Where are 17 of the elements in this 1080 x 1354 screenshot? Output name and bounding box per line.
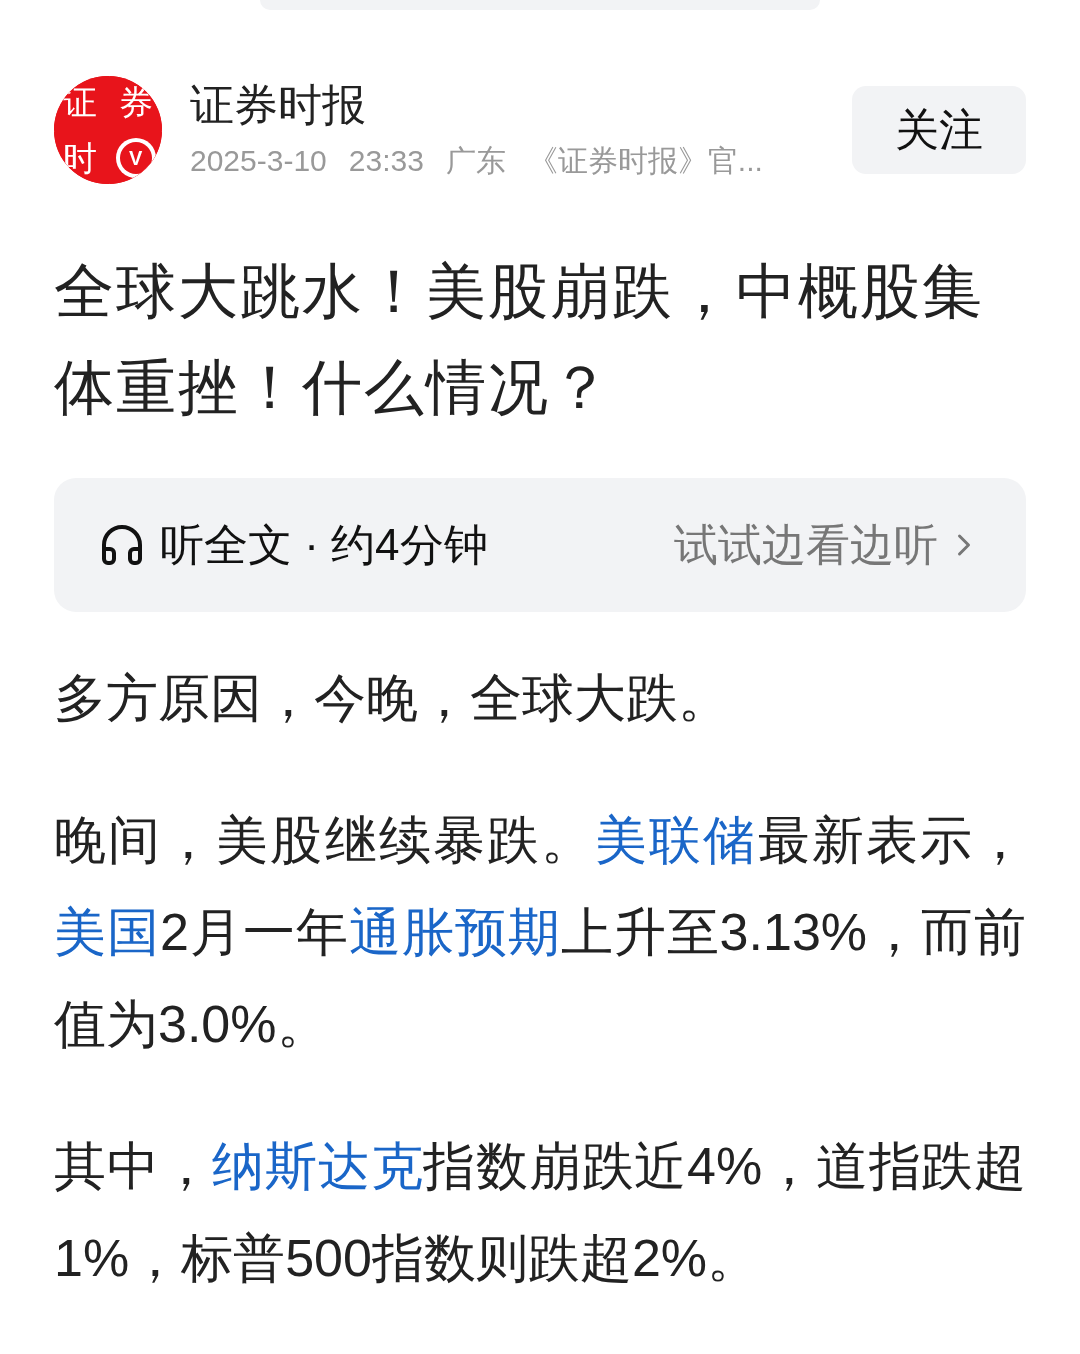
article-paragraph: 晚间，美股继续暴跌。美联储最新表示， 美国2月一年通胀预期上升至3.13%，而前值为3.0%。 [54, 810, 1026, 1055]
author-description: 《证券时报》官... [527, 143, 763, 179]
region-label: 广东 [445, 143, 506, 179]
article-paragraph: 其中，纳斯达克指数崩跌近4%，道指跌超1%，标普500指数则跌超2%。 [54, 1136, 1026, 1289]
keyword-link[interactable]: 美国 [54, 903, 160, 961]
publish-date: 2025-3-10 [190, 143, 327, 179]
listen-label: 听全文 · 约4分钟 [160, 519, 488, 571]
article-paragraph: 多方原因，今晚，全球大跌。 [54, 668, 731, 729]
follow-button[interactable]: 关注 [852, 86, 1026, 174]
publish-time: 23:33 [348, 143, 424, 179]
keyword-link[interactable]: 美联储 [595, 811, 758, 869]
keyword-link[interactable]: 通胀预期 [348, 903, 561, 961]
author-name[interactable]: 证券时报 [190, 77, 832, 133]
keyword-link[interactable]: 纳斯达克 [212, 1137, 424, 1195]
article-title: 全球大跳水！美股崩跌，中概股集体重挫！什么情况？ [54, 257, 985, 423]
listen-mode-link[interactable]: 试试边看边听 [674, 512, 938, 578]
listen-bar[interactable]: 听全文 · 约4分钟 试试边看边听 [54, 478, 1026, 612]
